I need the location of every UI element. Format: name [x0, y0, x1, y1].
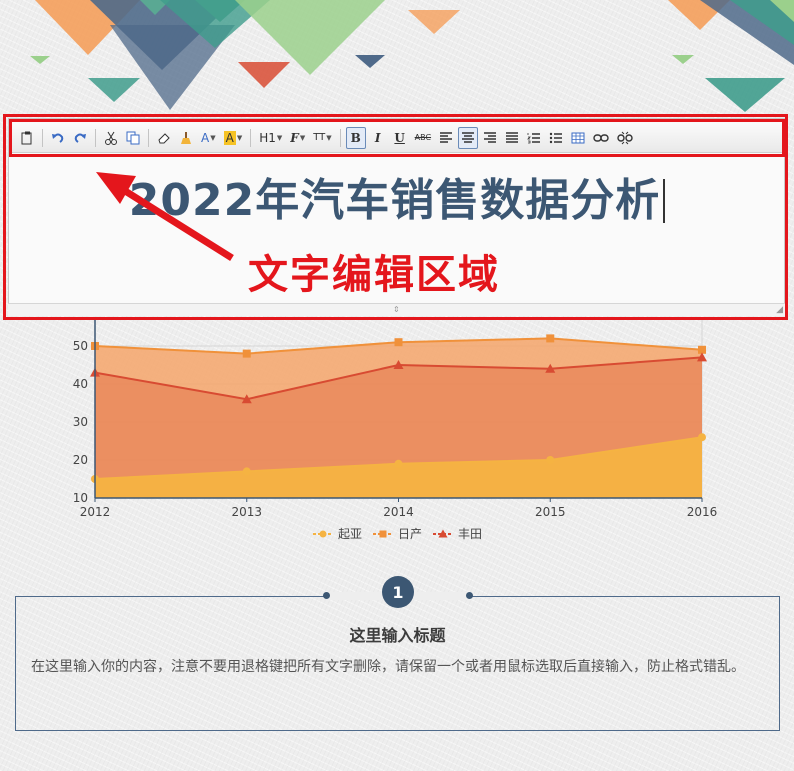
y-tick-label: 20 — [73, 453, 88, 467]
data-point — [242, 349, 251, 358]
data-point — [394, 459, 403, 468]
card-dot-left — [323, 592, 330, 599]
card-title[interactable]: 这里输入标题 — [15, 622, 780, 646]
card-dot-right — [466, 592, 473, 599]
x-tick-label: 2012 — [80, 505, 111, 519]
x-tick-label: 2016 — [687, 505, 718, 519]
legend-label: 日产 — [398, 527, 422, 541]
data-point — [546, 456, 555, 464]
y-tick-label: 40 — [73, 377, 88, 391]
y-tick-label: 30 — [73, 415, 88, 429]
legend-label: 丰田 — [458, 527, 482, 541]
legend-marker — [319, 530, 327, 538]
x-tick-label: 2013 — [231, 505, 262, 519]
data-point — [546, 334, 555, 343]
annotation-label: 文字编辑区域 — [248, 252, 500, 298]
legend-marker — [379, 530, 387, 538]
y-tick-label: 50 — [73, 339, 88, 353]
data-point — [394, 338, 403, 347]
x-tick-label: 2014 — [383, 505, 414, 519]
card-number-badge: 1 — [382, 576, 414, 608]
y-tick-label: 10 — [73, 491, 88, 505]
area-chart: 10 20 30 40 50 2012 2013 2014 2015 2016 起亚 日产 丰田 — [73, 318, 718, 541]
data-point — [242, 467, 251, 476]
legend-label: 起亚 — [338, 527, 362, 541]
data-point — [698, 433, 706, 442]
x-tick-label: 2015 — [535, 505, 566, 519]
card-body[interactable]: 在这里输入你的内容，注意不要用退格键把所有文字删除，请保留一个或者用鼠标选取后直… — [31, 655, 759, 679]
